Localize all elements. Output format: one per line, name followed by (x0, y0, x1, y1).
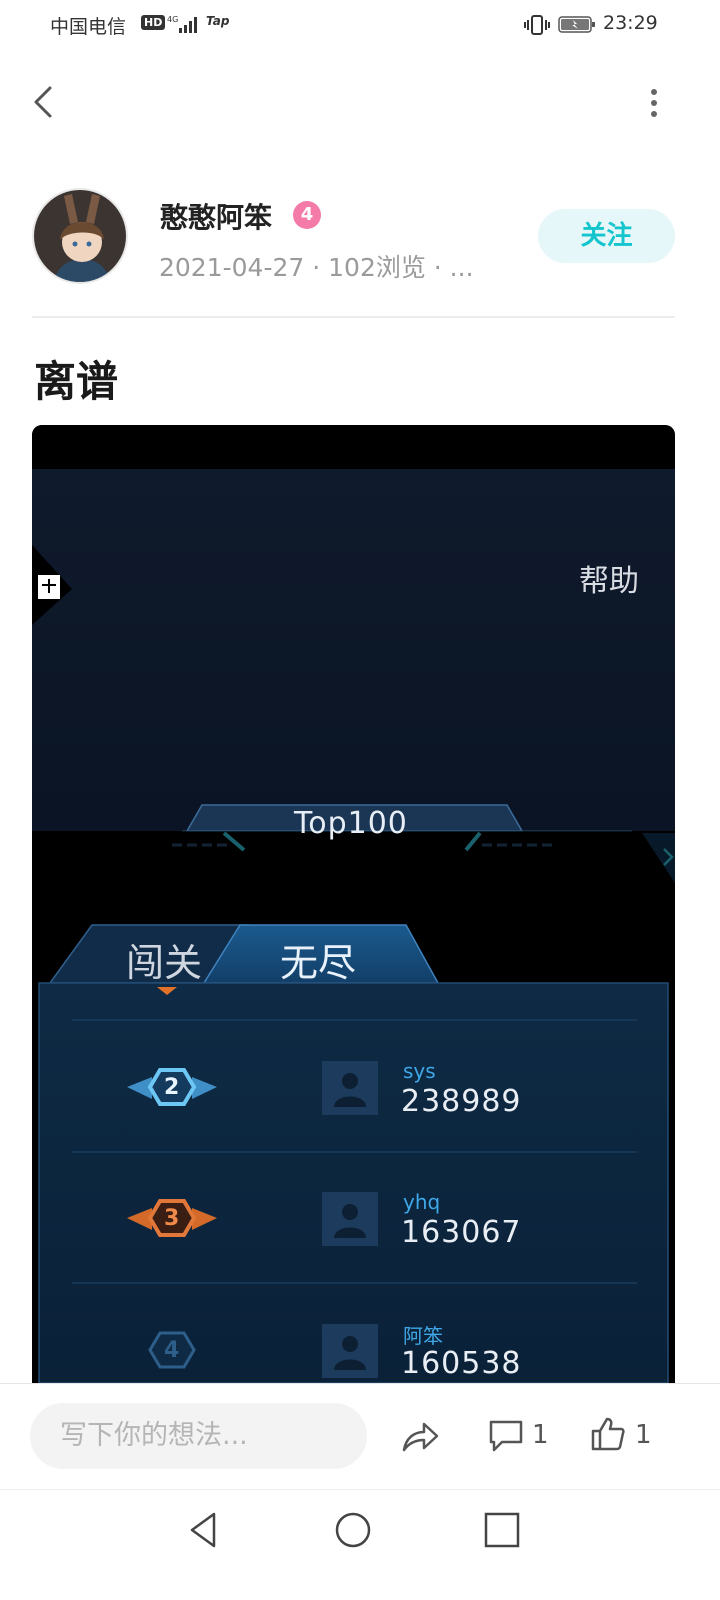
post-image[interactable]: 帮助 Top100 闯关 无尽 2 sys 238989 3 yhq 16306… (32, 425, 675, 1383)
player-score: 160538 (401, 1346, 522, 1381)
more-vertical-icon[interactable] (640, 86, 668, 120)
player-score: 163067 (401, 1215, 522, 1250)
avatar[interactable] (32, 188, 128, 284)
player-name: sys (403, 1059, 436, 1083)
system-nav-bar (0, 1489, 720, 1600)
nav-home-icon[interactable] (333, 1510, 373, 1550)
carrier-label: 中国电信 (50, 16, 127, 38)
nav-recent-icon[interactable] (482, 1510, 522, 1550)
signal-icon: 4G (167, 15, 197, 33)
clock: 23:29 (603, 12, 658, 34)
comment-icon[interactable] (488, 1419, 524, 1453)
post-title: 离谱 (34, 357, 119, 406)
status-bar: 中国电信 HD 4G Tap 23:29 (0, 0, 720, 52)
tap-label: Tap (206, 14, 230, 28)
comment-input[interactable]: 写下你的想法... (30, 1403, 367, 1469)
player-name: yhq (403, 1190, 441, 1214)
rank-number: 3 (164, 1206, 180, 1231)
like-count: 1 (635, 1420, 652, 1450)
vibrate-icon (524, 15, 550, 35)
hd-badge: HD (141, 15, 166, 30)
rank-number: 2 (164, 1075, 180, 1100)
back-icon[interactable] (28, 82, 58, 122)
network-label: 4G (167, 15, 178, 24)
post-meta: 2021-04-27 · 102浏览 · ... (159, 253, 474, 282)
game-side-icon (38, 575, 60, 599)
game-tab-endless: 无尽 (280, 941, 357, 985)
leaderboard-title: Top100 (294, 806, 408, 841)
divider (32, 316, 675, 318)
rank-number: 4 (164, 1338, 180, 1363)
player-score: 238989 (401, 1084, 522, 1119)
avatar-image (34, 190, 126, 282)
comment-count: 1 (532, 1420, 549, 1450)
game-tab-levels: 闯关 (126, 941, 203, 985)
level-badge: 4 (293, 201, 321, 229)
thumbs-up-icon[interactable] (590, 1416, 626, 1452)
author-name[interactable]: 憨憨阿笨 (160, 196, 272, 236)
player-avatar-placeholders (322, 1061, 378, 1378)
share-icon[interactable] (400, 1420, 440, 1454)
player-name: 阿笨 (403, 1324, 443, 1348)
comment-bar: 写下你的想法... 1 1 (0, 1383, 720, 1489)
game-help-label: 帮助 (579, 564, 639, 599)
follow-button[interactable]: 关注 (538, 209, 675, 263)
nav-back-icon[interactable] (184, 1510, 224, 1550)
battery-icon (558, 16, 595, 33)
